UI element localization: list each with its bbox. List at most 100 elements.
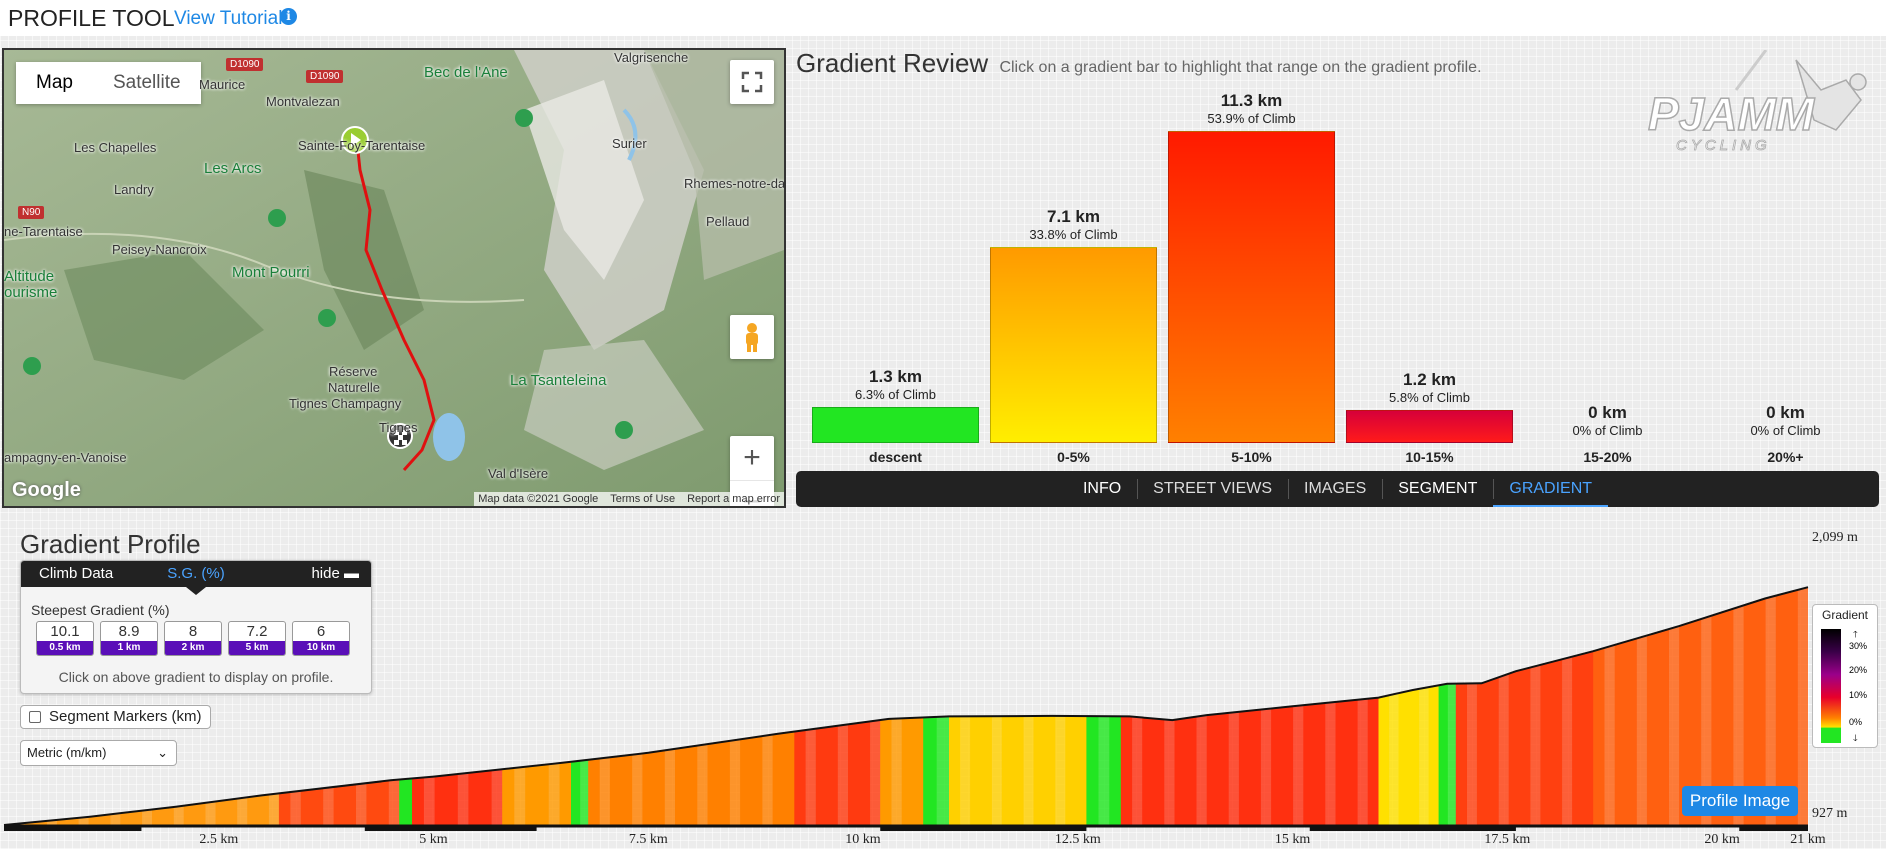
view-tutorial-link[interactable]: View Tutorial: [174, 8, 282, 30]
gradient-segment: [388, 587, 400, 826]
gradient-segment: [1529, 587, 1541, 826]
fullscreen-button[interactable]: [730, 60, 774, 104]
gradient-bar[interactable]: [1168, 131, 1335, 443]
gradient-segment: [468, 587, 481, 826]
gradient-segment: [4, 587, 16, 826]
gradient-segment: [891, 587, 903, 826]
app-title: PROFILE TOOL: [8, 5, 175, 31]
gradient-segment: [1271, 587, 1283, 826]
gradient-bar-column[interactable]: 7.1 km 33.8% of Climb 0-5%: [990, 207, 1157, 467]
map-place-label: Tignes: [379, 420, 418, 435]
map-place-label: ampagny-en-Vanoise: [4, 450, 127, 465]
gradient-bar[interactable]: [990, 247, 1157, 443]
steepest-gradient-box[interactable]: 8.9 1 km: [100, 621, 158, 656]
steepest-gradient-box[interactable]: 8 2 km: [164, 621, 222, 656]
map-place-label: ne-Tarentaise: [4, 224, 83, 239]
gradient-review-heading: Gradient Review: [796, 48, 989, 78]
logo-sub-text: CYCLING: [1676, 137, 1771, 154]
tab-climb-data[interactable]: Climb Data: [21, 561, 136, 587]
gradient-segment: [1775, 587, 1788, 826]
gradient-bar-category: 15-20%: [1583, 449, 1632, 465]
steepest-gradient-label: Steepest Gradient (%): [31, 602, 170, 618]
segment-markers-toggle[interactable]: Segment Markers (km): [20, 705, 211, 729]
tab-steepest-gradient[interactable]: S.G. (%): [136, 561, 256, 595]
gradient-segment: [936, 587, 950, 826]
gradient-bar-distance: 0 km: [1766, 403, 1805, 422]
gradient-segment: [1582, 587, 1594, 826]
logo-brand-text: PJAMM: [1648, 88, 1816, 140]
steepest-gradient-box[interactable]: 7.2 5 km: [228, 621, 286, 656]
header-bar: PROFILE TOOL View Tutorial i: [0, 0, 1886, 36]
route-map[interactable]: Map Satellite + − D1090 D1090 N90 Mauric…: [2, 48, 786, 508]
gradient-bar-column[interactable]: 0 km 0% of Climb 15-20%: [1524, 403, 1691, 467]
gradient-segment: [1292, 587, 1304, 826]
segment-markers-checkbox[interactable]: [29, 711, 41, 723]
gradient-bar[interactable]: [1346, 410, 1513, 443]
steepest-gradient-box[interactable]: 6 10 km: [292, 621, 350, 656]
units-select[interactable]: Metric (m/km) ⌄: [20, 740, 177, 766]
gradient-segment: [1765, 587, 1777, 826]
map-place-label: Rhemes-notre-dar: [684, 176, 786, 191]
hide-panel-button[interactable]: hide ▬: [311, 561, 371, 587]
gradient-segment: [1797, 587, 1808, 826]
gradient-segment: [1754, 587, 1766, 826]
map-place-label: Les Arcs: [204, 160, 262, 177]
gradient-segment: [423, 587, 436, 826]
gradient-segment: [513, 587, 526, 826]
map-place-label: Naturelle: [328, 380, 381, 395]
gradient-segment: [599, 587, 611, 826]
map-view-button[interactable]: Map: [16, 62, 93, 104]
pegman-icon: [746, 323, 758, 352]
report-error-link[interactable]: Report a map error: [687, 493, 780, 505]
info-tab-bar: INFO STREET VIEWS IMAGES SEGMENT GRADIEN…: [796, 471, 1879, 507]
gradient-segment: [1508, 587, 1520, 826]
gradient-segment: [772, 587, 785, 826]
gradient-segment: [664, 587, 676, 826]
gradient-bar-column[interactable]: 1.2 km 5.8% of Climb 10-15%: [1346, 370, 1513, 467]
legend-down-arrow-icon: 🡓: [1853, 734, 1858, 744]
map-place-label: Altitude: [4, 268, 55, 285]
gradient-segment: [1206, 587, 1218, 826]
gradient-segment: [1625, 587, 1637, 826]
gradient-bar-category: descent: [869, 449, 922, 465]
gradient-segment: [1097, 587, 1110, 826]
tab-street-views[interactable]: STREET VIEWS: [1137, 471, 1288, 507]
map-terrain: [4, 50, 784, 506]
gradient-segment: [675, 587, 687, 826]
distance-tick-label: 20 km: [1704, 832, 1740, 847]
gradient-segment: [1001, 587, 1013, 826]
street-view-pegman[interactable]: [730, 315, 774, 359]
tab-info[interactable]: INFO: [1067, 471, 1137, 507]
terms-of-use-link[interactable]: Terms of Use: [610, 493, 675, 505]
gradient-segment: [1086, 587, 1099, 826]
gradient-bar-column[interactable]: 11.3 km 53.9% of Climb 5-10%: [1168, 91, 1335, 467]
gradient-bar-distance: 1.2 km: [1403, 370, 1456, 389]
zoom-in-button[interactable]: +: [730, 436, 774, 480]
gradient-segment: [1153, 587, 1165, 826]
gradient-bar-column[interactable]: 1.3 km 6.3% of Climb descent: [812, 367, 979, 467]
pjamm-cycling-logo: PJAMM CYCLING: [1647, 50, 1867, 154]
gradient-segment: [1335, 587, 1347, 826]
gradient-segment: [1163, 587, 1175, 826]
gradient-segment: [1260, 587, 1272, 826]
gradient-segment: [1142, 587, 1154, 826]
gradient-bar-percent: 0% of Climb: [1750, 423, 1821, 438]
satellite-view-button[interactable]: Satellite: [93, 62, 201, 104]
profile-image-button[interactable]: Profile Image: [1682, 786, 1798, 816]
distance-tick-label: 5 km: [419, 832, 448, 847]
fullscreen-icon: [741, 71, 763, 93]
distance-tick-label: 7.5 km: [629, 832, 668, 847]
map-type-control: Map Satellite: [16, 62, 201, 104]
tab-segment[interactable]: SEGMENT: [1382, 471, 1493, 507]
gradient-bar-percent: 33.8% of Climb: [1029, 227, 1118, 242]
steepest-gradient-box[interactable]: 10.1 0.5 km: [36, 621, 94, 656]
gradient-bar[interactable]: [812, 407, 979, 443]
gradient-bar-column[interactable]: 0 km 0% of Climb 20%+: [1702, 403, 1869, 467]
info-icon[interactable]: i: [280, 8, 297, 25]
tab-images[interactable]: IMAGES: [1288, 471, 1382, 507]
gradient-segment: [1722, 587, 1734, 826]
steepest-value: 8: [188, 623, 198, 640]
gradient-review-title: Gradient Review Click on a gradient bar …: [796, 48, 1482, 79]
tab-gradient[interactable]: GRADIENT: [1493, 471, 1609, 507]
steepest-value: 7.2: [246, 623, 268, 640]
